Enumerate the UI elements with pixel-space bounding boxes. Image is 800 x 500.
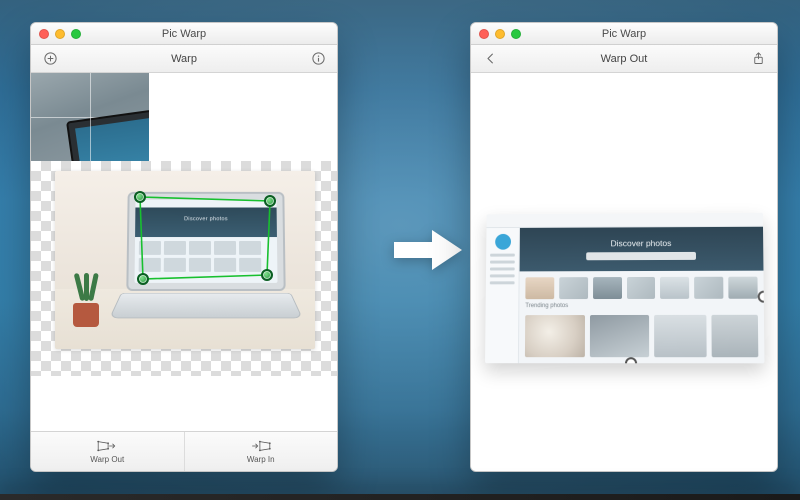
warp-in-label: Warp In [247,455,275,464]
gallery-thumb [559,277,588,299]
warp-handle-top-left[interactable] [134,191,146,203]
gallery-thumb [593,277,622,299]
window-controls [39,29,81,39]
add-image-button[interactable] [41,50,59,68]
zoom-window-button[interactable] [511,29,521,39]
plus-circle-icon [43,51,58,66]
warp-out-button[interactable]: Warp Out [31,432,184,471]
toolbar: Warp [31,45,337,73]
window-warp-result: Pic Warp Warp Out [470,22,778,472]
warp-handle-top-right[interactable] [264,195,276,207]
warp-in-icon [250,439,272,453]
photo-pot [73,303,99,327]
crop-handle-right[interactable] [758,291,765,303]
result-headline: Discover photos [611,238,672,248]
warp-in-button[interactable]: Warp In [185,432,338,471]
gallery-thumb [660,277,689,299]
titlebar: Pic Warp [31,23,337,45]
source-thumbnail[interactable] [31,73,149,161]
warp-canvas[interactable]: Discover photos [31,161,337,376]
empty-area [31,376,337,431]
thumbnail-graphic [66,105,149,161]
back-button[interactable] [481,50,499,68]
back-chevron-icon [483,51,498,66]
window-controls [479,29,521,39]
mock-hero: Discover photos [520,227,764,272]
mock-search [586,252,696,260]
screen-headline: Discover photos [135,216,277,222]
mock-browser-bar [486,213,763,228]
gallery-tile [525,315,585,357]
minimize-window-button[interactable] [495,29,505,39]
info-circle-icon [311,51,326,66]
zoom-window-button[interactable] [71,29,81,39]
warp-out-icon [96,439,118,453]
avatar [495,234,511,250]
canvas-image[interactable]: Discover photos [55,171,315,349]
titlebar: Pic Warp [471,23,777,45]
toolbar-title: Warp Out [471,53,777,65]
warped-output-image[interactable]: Discover photos Trending photos [485,213,764,363]
gallery-tile [655,315,707,357]
gallery-tile [712,315,759,357]
close-window-button[interactable] [39,29,49,39]
result-content: Discover photos Trending photos [471,73,777,471]
gallery-thumb [627,277,656,299]
mock-sidebar [485,228,520,363]
gallery-thumb [525,277,554,299]
arrow-right-icon [388,222,468,278]
gallery-tile [590,315,650,357]
crop-handle-bottom[interactable] [625,357,637,363]
app-showcase-stage: Pic Warp Warp [0,0,800,500]
toolbar: Warp Out [471,45,777,73]
warp-handle-bottom-right[interactable] [261,269,273,281]
warp-handle-bottom-left[interactable] [137,273,149,285]
info-button[interactable] [309,50,327,68]
gallery-thumb [728,277,757,299]
share-icon [751,51,766,66]
editor-content: Discover photos [31,73,337,471]
mock-gallery: Trending photos [519,271,765,364]
photo-plant [75,273,99,307]
warp-out-label: Warp Out [90,455,124,464]
transition-arrow [388,222,468,278]
share-button[interactable] [749,50,767,68]
toolbar-title: Warp [31,53,337,65]
gallery-section-label: Trending photos [525,303,758,309]
photo-laptop: Discover photos [121,191,291,329]
close-window-button[interactable] [479,29,489,39]
bottom-toolbar: Warp Out Warp In [31,431,337,471]
gallery-thumb [694,277,723,299]
minimize-window-button[interactable] [55,29,65,39]
window-warp-editor: Pic Warp Warp [30,22,338,472]
